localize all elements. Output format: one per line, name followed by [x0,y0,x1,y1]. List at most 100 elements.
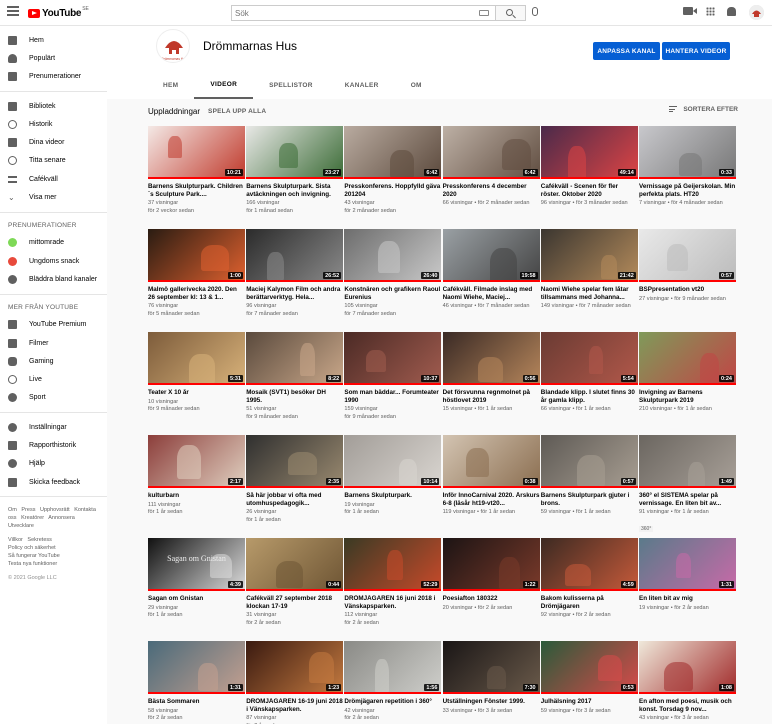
video-title[interactable]: BSPpresentation vt20 [639,286,736,294]
youtube-logo[interactable]: YouTube SE [28,6,89,20]
manage-videos-button[interactable]: HANTERA VIDEOR [662,42,730,60]
video-card[interactable]: 49:14 Cafékväll - Scenen för fler röster.… [540,126,638,208]
sidebar-item-gaming[interactable]: Gaming [0,352,107,370]
video-title[interactable]: Mosaik (SVT1) besöker DH 1995. [246,389,343,404]
sidebar-item-home[interactable]: Hem [0,31,107,49]
customize-channel-button[interactable]: ANPASSA KANAL [593,42,660,60]
video-thumbnail[interactable]: 1:23 [246,641,344,694]
create-video-icon[interactable] [683,7,697,15]
video-card[interactable]: 1:56 Drömjägaren repetition i 360° 42 visn… [344,641,442,724]
video-card[interactable]: 26:40 Konstnären och grafikern Raoul Eure… [344,229,442,318]
footer-link[interactable]: Policy och säkerhet [8,545,56,551]
video-title[interactable]: Naomi Wiehe spelar fem låtar tillsammans… [541,286,638,301]
sidebar-item-settings[interactable]: Inställningar [0,418,107,436]
video-thumbnail[interactable]: 0:57 [540,435,638,488]
video-title[interactable]: Barnens Skulpturpark. Sista avtäckningen… [246,183,343,198]
video-card[interactable]: 0:38 Inför InnoCarnival 2020. Årskurs 6-8… [442,435,540,517]
video-thumbnail[interactable]: 0:24 [639,332,736,385]
sidebar-item-feedback[interactable]: Skicka feedback [0,473,107,491]
video-card[interactable]: 5:31 Teater X 10 år 10 visningar för 9 måna… [148,332,245,414]
menu-icon[interactable] [7,6,19,18]
video-card[interactable]: 0:53 Julhälsning 2017 59 visningar • för 3… [540,641,638,715]
video-card[interactable]: 10:14 Barnens Skulpturpark. 19 visningar fö… [344,435,442,517]
video-title[interactable]: Presskonferens. Hoppfylld gäva 201204 [344,183,441,198]
sidebar-item-help[interactable]: Hjälp [0,455,107,473]
video-thumbnail[interactable]: 0:44 [246,538,344,591]
video-card[interactable]: 1:08 En afton med poesi, musik och konst.… [639,641,736,723]
video-title[interactable]: Barnens Skulpturpark. [344,492,441,500]
video-title[interactable]: Utställningen Fönster 1999. [443,698,540,706]
video-thumbnail[interactable]: 52:29 [344,538,442,591]
video-thumbnail[interactable]: 4:59 [540,538,638,591]
video-title[interactable]: Sagan om Gnistan [148,595,245,603]
video-card[interactable]: 21:42 Naomi Wiehe spelar fem låtar tillsa… [540,229,638,311]
video-card[interactable]: 8:22 Mosaik (SVT1) besöker DH 1995. 51 vis… [246,332,344,421]
notifications-icon[interactable] [727,7,736,16]
video-thumbnail[interactable]: 5:54 [540,332,638,385]
video-card[interactable]: 10:21 Barnens Skulpturpark. Children´s Sc… [148,126,245,215]
video-thumbnail[interactable]: 8:22 [246,332,344,385]
video-title[interactable]: Teater X 10 år [148,389,245,397]
play-all-button[interactable]: SPELA UPP ALLA [208,108,266,115]
video-thumbnail[interactable]: 0:57 [639,229,736,282]
video-card[interactable]: 0:57 BSPpresentation vt20 27 visningar • f… [639,229,736,303]
apps-icon[interactable] [706,7,715,16]
video-thumbnail[interactable]: 10:37 [344,332,442,385]
video-card[interactable]: 4:59 Bakom kulisserna på Drömjägaren 92 vi… [540,538,638,620]
video-card[interactable]: 52:29 DRÖMJÄGAREN 16 juni 2018 i Vänskaps… [344,538,442,627]
video-title[interactable]: Barnens Skulpturpark. Children´s Sculptu… [148,183,245,198]
video-title[interactable]: Presskonferens 4 december 2020 [443,183,540,198]
video-card[interactable]: 1:31 En liten bit av mig 19 visningar • fö… [639,538,736,612]
sidebar-item-watch-later[interactable]: Titta senare [0,152,107,170]
video-thumbnail[interactable]: 1:56 [344,641,442,694]
video-title[interactable]: Inför InnoCarnival 2020. Årskurs 6-8 (lä… [443,492,540,507]
search-button[interactable] [496,5,526,21]
video-thumbnail[interactable]: 0:33 [639,126,736,179]
video-card[interactable]: 2:35 Så här jobbar vi ofta med utomhusped… [246,435,344,524]
video-thumbnail[interactable]: 10:14 [344,435,442,488]
video-card[interactable]: 6:42 Presskonferens. Hoppfylld gäva 20120… [344,126,442,215]
video-title[interactable]: kulturbarn [148,492,245,500]
video-title[interactable]: Maciej Kalymon Film och andra berättarve… [246,286,343,301]
video-thumbnail[interactable]: 19:58 [442,229,540,282]
sidebar-item-subscriptions[interactable]: Prenumerationer [0,68,107,86]
video-title[interactable]: Malmö gallerivecka 2020. Den 26 septembe… [148,286,245,301]
footer-link[interactable]: Annonsera [48,515,75,521]
video-title[interactable]: Cafékväll 27 september 2018 klockan 17-1… [246,595,343,610]
sidebar-item-history[interactable]: Historik [0,115,107,133]
video-title[interactable]: Blandade klipp. I slutet finns 30 år gam… [541,389,638,404]
sort-button[interactable]: SORTERA EFTER [669,106,738,114]
video-thumbnail[interactable]: 1:22 [442,538,540,591]
video-thumbnail[interactable]: 21:42 [540,229,638,282]
video-thumbnail[interactable]: 7:30 [442,641,540,694]
video-card[interactable]: 0:56 Det försvunna regnmolnet på höstlove… [442,332,540,414]
sidebar-item-live[interactable]: Live [0,370,107,388]
video-card[interactable]: 0:57 Barnens Skulpturpark gjuter i brons.… [540,435,638,517]
channel-avatar[interactable]: Drömmarnas Hus [156,29,190,63]
video-card[interactable]: 26:52 Maciej Kalymon Film och andra berät… [246,229,344,318]
sidebar-item-browse-channels[interactable]: Bläddra bland kanaler [0,270,107,288]
footer-link[interactable]: Sekretess [27,537,51,543]
sidebar-item-report-history[interactable]: Rapporthistorik [0,436,107,454]
video-title[interactable]: Bakom kulisserna på Drömjägaren [541,595,638,610]
video-title[interactable]: Vernissage på Geijerskolan. Min perfekta… [639,183,736,198]
video-thumbnail[interactable]: 5:31 [148,332,245,385]
video-card[interactable]: 1:00 Malmö gallerivecka 2020. Den 26 sept… [148,229,245,318]
account-avatar[interactable] [749,5,764,20]
sidebar-item-premium[interactable]: YouTube Premium [0,316,107,334]
video-title[interactable]: Poesiafton 180322 [443,595,540,603]
video-card[interactable]: 0:33 Vernissage på Geijerskolan. Min perf… [639,126,736,208]
footer-link[interactable]: Så fungerar YouTube [8,553,60,559]
video-thumbnail[interactable]: 23:27 [246,126,344,179]
video-title[interactable]: DRÖMJÄGAREN 16 juni 2018 i Vänskapsparke… [344,595,441,610]
footer-link[interactable]: Testa nya funktioner [8,561,57,567]
video-card[interactable]: 19:58 Cafékväll. Filmade inslag med Naomi… [442,229,540,311]
footer-link[interactable]: Villkor [8,537,23,543]
video-card[interactable]: 1:31 Bästa Sommaren 58 visningar för 2 år s… [148,641,245,723]
video-card[interactable]: 23:27 Barnens Skulpturpark. Sista avtäckn… [246,126,344,215]
video-title[interactable]: Barnens Skulpturpark gjuter i brons. [541,492,638,507]
video-title[interactable]: Julhälsning 2017 [541,698,638,706]
footer-link[interactable]: Utvecklare [8,523,34,529]
video-title[interactable]: Så här jobbar vi ofta med utomhuspedagog… [246,492,343,507]
video-title[interactable]: En afton med poesi, musik och konst. Tor… [639,698,736,713]
